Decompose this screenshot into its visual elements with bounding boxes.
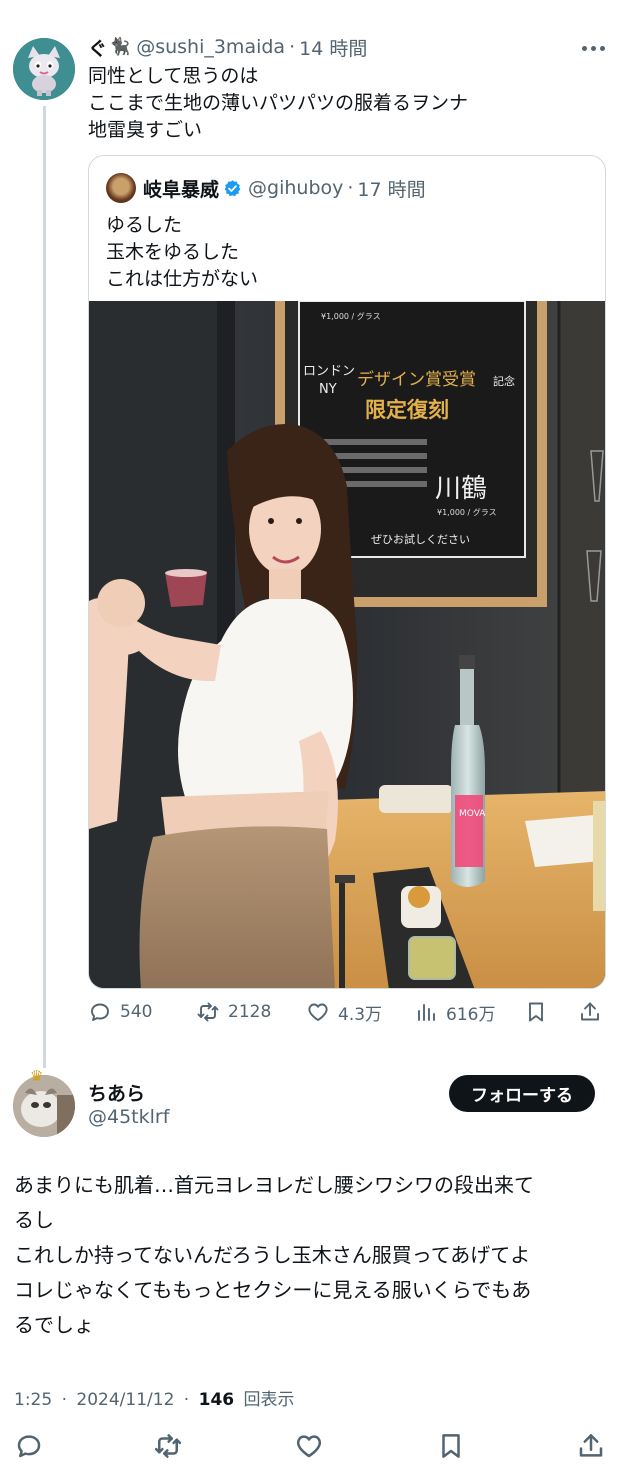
repost-button-main[interactable] [153, 1431, 185, 1463]
quoted-header-separator: · [347, 177, 354, 199]
cartoon-cat-avatar-icon [13, 38, 75, 100]
user-avatar-chiara[interactable]: ♛ [13, 1067, 75, 1137]
heart-icon [296, 1435, 322, 1458]
meta-separator-1: · [61, 1390, 67, 1410]
thread-connector-line [43, 106, 46, 1068]
user-avatar-sushi[interactable] [13, 38, 75, 100]
parent-timestamp[interactable]: 14 時間 [299, 34, 367, 61]
quoted-tweet-text: ゆるした 玉木をゆるした これは仕方がない [106, 214, 259, 290]
menu-award-suffix: 記念 [493, 374, 515, 388]
menu-price-bottom: ¥1,000 / グラス [437, 507, 497, 517]
reply-icon [17, 1435, 41, 1458]
crown-icon: ♛ [30, 1067, 44, 1085]
analytics-bars-icon [418, 1004, 435, 1021]
reply-button-main[interactable] [14, 1431, 46, 1463]
bookmark-icon [529, 1002, 543, 1022]
menu-brand: 川鶴 [435, 474, 487, 504]
parent-tweet-header: ぐ 🐈‍⬛ @sushi_3maida · 14 時間 [88, 33, 367, 61]
reply-display-name[interactable]: ちあら [88, 1079, 145, 1106]
repost-button[interactable]: 2128 [196, 996, 271, 1028]
menu-price-top: ¥1,000 / グラス [321, 311, 381, 321]
parent-tweet-actions: 540 2128 4.3万 616万 [88, 996, 608, 1028]
parent-display-name[interactable]: ぐ [88, 34, 107, 61]
repost-icon [154, 1434, 182, 1458]
share-button[interactable] [578, 996, 602, 1028]
header-separator: · [289, 36, 296, 58]
reply-button[interactable]: 540 [88, 996, 152, 1028]
quoted-handle: @gihuboy [248, 177, 344, 199]
like-button-main[interactable] [294, 1431, 326, 1463]
repost-count: 2128 [228, 1002, 272, 1022]
view-count: 616万 [446, 1004, 496, 1025]
quoted-tweet-header: 岐阜暴威 @gihuboy · 17 時間 [143, 173, 426, 203]
tweet-view-count: 146 [198, 1390, 235, 1410]
menu-limited: 限定復刻 [365, 398, 449, 422]
tweet-view-label: 回表示 [243, 1390, 295, 1410]
menu-left-2: NY [319, 382, 337, 397]
bookmark-button[interactable] [524, 996, 548, 1028]
share-button-main[interactable] [576, 1431, 608, 1463]
reply-handle[interactable]: @45tklrf [88, 1106, 169, 1128]
bookmark-icon [442, 1434, 460, 1458]
follow-button[interactable]: フォローする [449, 1075, 595, 1112]
bookmark-button-main[interactable] [436, 1431, 468, 1463]
cat-photo-avatar-icon [13, 1075, 75, 1137]
quoted-user-avatar[interactable] [106, 173, 136, 203]
meta-separator-2: · [183, 1390, 190, 1410]
tweet-meta: 1:25 · 2024/11/12 · 146 回表示 [14, 1385, 295, 1410]
tweet-time[interactable]: 1:25 [14, 1390, 52, 1410]
menu-left-1: ロンドン [303, 364, 355, 379]
quoted-timestamp: 17 時間 [357, 178, 426, 201]
repost-icon [197, 1002, 219, 1022]
tweet-date[interactable]: 2024/11/12 [76, 1390, 174, 1410]
quoted-display-name: 岐阜暴威 [143, 178, 220, 201]
share-icon [579, 1434, 603, 1457]
quoted-tweet-card[interactable]: 岐阜暴威 @gihuboy · 17 時間 ゆるした 玉木をゆるした これは仕方… [88, 155, 606, 989]
photo-illustration: ¥1,000 / グラス ロンドン NY デザイン賞受賞 記念 限定復刻 川鶴 … [89, 301, 605, 988]
reply-icon [91, 1003, 109, 1021]
share-icon [581, 1002, 599, 1021]
parent-tweet-text: 同性として思うのは ここまで生地の薄いパツパツの服着るヲンナ 地雷臭すごい [88, 65, 469, 141]
views-button[interactable]: 616万 [414, 996, 495, 1028]
more-options-icon[interactable] [578, 36, 608, 60]
name-emoji-cat-icon: 🐈‍⬛ [109, 37, 131, 57]
reply-tweet-actions [0, 1427, 620, 1467]
bottle-label: MOVA [459, 809, 486, 819]
heart-icon [308, 1003, 328, 1021]
reply-tweet-text: あまりにも肌着…首元ヨレヨレだし腰シワシワの段出来て るし これしか持ってないん… [14, 1173, 534, 1337]
quoted-tweet-photo[interactable]: ¥1,000 / グラス ロンドン NY デザイン賞受賞 記念 限定復刻 川鶴 … [89, 301, 605, 988]
menu-award: デザイン賞受賞 [357, 369, 476, 390]
like-button[interactable]: 4.3万 [306, 996, 382, 1028]
menu-footer: ぜひお試しください [371, 532, 470, 546]
like-count: 4.3万 [338, 1004, 383, 1025]
verified-badge-icon [224, 179, 241, 196]
reply-count: 540 [120, 1002, 153, 1022]
parent-handle[interactable]: @sushi_3maida [136, 36, 285, 58]
